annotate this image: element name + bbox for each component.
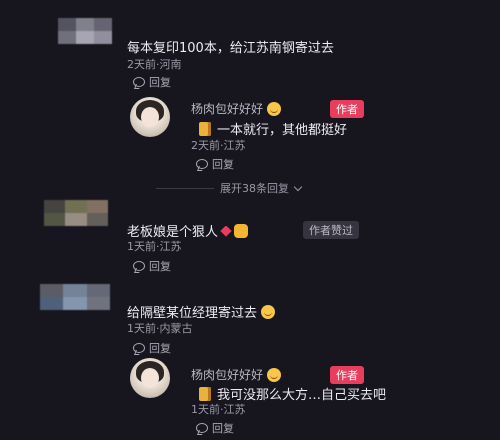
heart-emoji-icon [220, 225, 232, 237]
reply-label: 回复 [149, 342, 171, 355]
author-badge: 作者 [330, 366, 364, 384]
reply-label: 回复 [212, 158, 234, 171]
expand-replies-label: 展开38条回复 [220, 182, 289, 195]
author-avatar[interactable] [130, 97, 170, 137]
smiley-emoji-icon [267, 101, 282, 116]
reply-button[interactable]: 回复 [133, 74, 171, 90]
reply-button[interactable]: 回复 [133, 340, 171, 356]
commenter-avatar-blurred[interactable] [44, 200, 108, 226]
reply-username[interactable]: 杨肉包好好好 [191, 366, 282, 383]
comment-text: 每本复印100本，给江苏南钢寄过去 [127, 41, 334, 56]
sticker-emoji-icon [199, 122, 211, 136]
chevron-down-icon [293, 182, 303, 191]
smiley-emoji-icon [261, 305, 276, 319]
author-badge: 作者 [330, 100, 364, 118]
speech-bubble-icon [133, 343, 145, 353]
speech-bubble-icon [196, 159, 208, 169]
expand-replies-button[interactable]: 展开38条回复 [156, 180, 303, 196]
speech-bubble-icon [196, 423, 208, 433]
commenter-avatar-blurred[interactable] [40, 284, 110, 310]
comment-meta: 1天前·江苏 [127, 240, 182, 253]
reply-meta: 1天前·江苏 [191, 403, 246, 416]
reply-button[interactable]: 回复 [196, 156, 234, 172]
reply-label: 回复 [149, 76, 171, 89]
sticker-emoji-icon [199, 387, 211, 401]
reply-username[interactable]: 杨肉包好好好 [191, 100, 282, 117]
reply-button[interactable]: 回复 [133, 258, 171, 274]
comment-meta: 1天前·内蒙古 [127, 322, 193, 335]
thumbs-up-emoji-icon [234, 224, 249, 238]
divider [156, 187, 214, 189]
author-avatar[interactable] [130, 358, 170, 398]
smiley-emoji-icon [267, 367, 282, 382]
commenter-avatar-blurred[interactable] [58, 18, 112, 44]
comment-meta: 2天前·河南 [127, 58, 182, 71]
comment-text: 给隔壁某位经理寄过去 [127, 302, 276, 321]
speech-bubble-icon [133, 77, 145, 87]
author-liked-badge: 作者赞过 [303, 221, 359, 239]
reply-label: 回复 [212, 422, 234, 435]
reply-label: 回复 [149, 260, 171, 273]
speech-bubble-icon [133, 261, 145, 271]
reply-meta: 2天前·江苏 [191, 139, 246, 152]
reply-button[interactable]: 回复 [196, 420, 234, 436]
reply-text: 一本就行，其他都挺好 [199, 119, 347, 138]
